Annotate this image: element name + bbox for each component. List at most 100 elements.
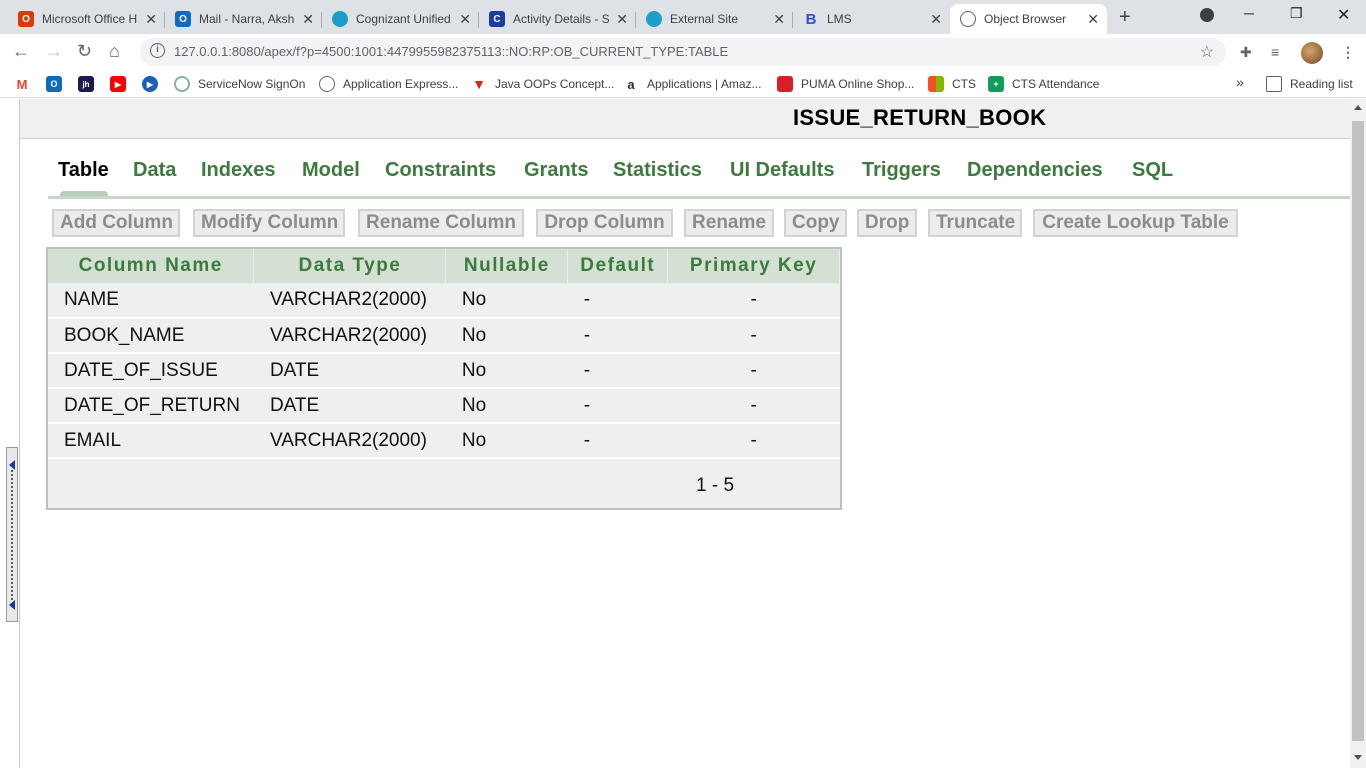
servicenow-icon	[174, 76, 190, 92]
tab-statistics[interactable]: Statistics	[613, 159, 702, 182]
tab-table[interactable]: Table	[58, 159, 109, 182]
tab-triggers[interactable]: Triggers	[862, 159, 941, 182]
truncate-button[interactable]: Truncate	[928, 209, 1022, 237]
browser-tab[interactable]: Cognizant Unified ✕	[322, 4, 479, 34]
browser-tab[interactable]: External Site ✕	[636, 4, 793, 34]
tab-title: LMS	[827, 12, 852, 26]
collapse-arrow-icon[interactable]	[9, 600, 15, 610]
close-icon[interactable]: ✕	[145, 11, 157, 28]
play-icon: ▶	[142, 76, 158, 92]
sheets-icon: +	[988, 76, 1004, 92]
close-icon[interactable]: ✕	[773, 11, 785, 28]
bookmark-gmail[interactable]: M	[14, 76, 30, 92]
reload-icon[interactable]: ↻	[77, 41, 92, 62]
bookmark-youtube[interactable]: ▶	[110, 76, 126, 92]
bookmark-cts[interactable]: CTS	[928, 76, 976, 92]
column-header[interactable]: Data Type	[253, 249, 447, 283]
tab-sql[interactable]: SQL	[1132, 159, 1173, 182]
back-icon[interactable]: ←	[12, 41, 30, 62]
tab-title: Microsoft Office H	[42, 12, 138, 26]
default-cell: -	[567, 353, 668, 389]
bookmark-outlook[interactable]: O	[46, 76, 62, 92]
window-close-icon[interactable]: ✕	[1337, 5, 1350, 25]
bookmark-jh[interactable]: jh	[78, 76, 94, 92]
globe-icon	[646, 11, 662, 27]
more-bookmarks-icon[interactable]: »	[1236, 74, 1244, 90]
copy-button[interactable]: Copy	[784, 209, 847, 237]
drop-button[interactable]: Drop	[857, 209, 917, 237]
tab-constraints[interactable]: Constraints	[385, 159, 496, 182]
modify-column-button[interactable]: Modify Column	[193, 209, 345, 237]
panel-splitter[interactable]	[6, 447, 18, 622]
reading-list[interactable]: Reading list	[1266, 76, 1353, 92]
browser-tab-active[interactable]: Object Browser ✕	[950, 4, 1107, 34]
data-type-cell: DATE	[253, 388, 446, 424]
data-type-cell: VARCHAR2(2000)	[253, 318, 446, 354]
tab-model[interactable]: Model	[302, 159, 360, 182]
column-name-cell: DATE_OF_ISSUE	[48, 353, 254, 389]
minimize-icon[interactable]: ─	[1244, 5, 1254, 21]
bookmark-label: Applications | Amaz...	[647, 77, 762, 91]
bookmark-puma[interactable]: PUMA Online Shop...	[777, 76, 914, 92]
jh-icon: jh	[78, 76, 94, 92]
browser-tab[interactable]: O Mail - Narra, Aksh ✕	[165, 4, 322, 34]
close-icon[interactable]: ✕	[1087, 11, 1099, 28]
extensions-icon[interactable]: ✚	[1240, 44, 1252, 61]
restore-icon[interactable]: ❐	[1290, 5, 1303, 22]
bookmark-amazon[interactable]: a Applications | Amaz...	[623, 76, 762, 92]
address-bar[interactable]: i 127.0.0.1:8080/apex/f?p=4500:1001:4479…	[140, 38, 1226, 66]
bookmark-play[interactable]: ▶	[142, 76, 158, 92]
pagination-text: 1 - 5	[696, 475, 735, 496]
menu-icon[interactable]: ⋮	[1341, 44, 1355, 61]
home-icon[interactable]: ⌂	[109, 41, 120, 62]
tab-ui-defaults[interactable]: UI Defaults	[730, 159, 834, 182]
bookmark-star-icon[interactable]: ☆	[1200, 42, 1214, 62]
avatar[interactable]	[1301, 42, 1323, 64]
scrollbar-thumb[interactable]	[1352, 121, 1364, 741]
site-info-icon[interactable]: i	[150, 43, 165, 58]
url-text[interactable]: 127.0.0.1:8080/apex/f?p=4500:1001:447995…	[174, 44, 728, 59]
column-header[interactable]: Nullable	[445, 249, 569, 283]
bookmark-apex[interactable]: Application Express...	[319, 76, 458, 92]
close-icon[interactable]: ✕	[930, 11, 942, 28]
drop-column-button[interactable]: Drop Column	[536, 209, 673, 237]
amazon-icon: a	[623, 76, 639, 92]
bookmark-label: Application Express...	[343, 77, 459, 91]
browser-tab[interactable]: O Microsoft Office H ✕	[8, 4, 165, 34]
table-row: DATE_OF_ISSUE DATE No - -	[48, 353, 840, 389]
tab-grants[interactable]: Grants	[524, 159, 588, 182]
column-header[interactable]: Default	[567, 249, 669, 283]
close-icon[interactable]: ✕	[302, 11, 314, 28]
close-icon[interactable]: ✕	[459, 11, 471, 28]
data-type-cell: VARCHAR2(2000)	[253, 283, 446, 319]
tab-search-icon[interactable]	[1200, 8, 1214, 22]
bookmark-servicenow[interactable]: ServiceNow SignOn	[174, 76, 305, 92]
media-control-icon[interactable]: ≡	[1271, 44, 1279, 60]
drag-handle-icon[interactable]	[11, 470, 13, 600]
add-column-button[interactable]: Add Column	[52, 209, 180, 237]
new-tab-icon[interactable]: +	[1119, 6, 1131, 29]
bookmark-java[interactable]: ▼ Java OOPs Concept...	[471, 76, 614, 92]
scroll-down-icon[interactable]	[1354, 755, 1362, 760]
column-header[interactable]: Primary Key	[667, 249, 840, 283]
collapse-arrow-icon[interactable]	[9, 460, 15, 470]
scroll-up-icon[interactable]	[1354, 105, 1362, 110]
ms-icon	[928, 76, 944, 92]
rename-column-button[interactable]: Rename Column	[358, 209, 524, 237]
primary-key-cell: -	[667, 318, 840, 354]
browser-tab[interactable]: C Activity Details - S ✕	[479, 4, 636, 34]
browser-tab[interactable]: B LMS ✕	[793, 4, 950, 34]
reading-list-label: Reading list	[1290, 77, 1353, 91]
close-icon[interactable]: ✕	[616, 11, 628, 28]
column-header[interactable]: Column Name	[48, 249, 255, 283]
create-lookup-table-button[interactable]: Create Lookup Table	[1033, 209, 1238, 237]
nullable-cell: No	[445, 353, 568, 389]
tab-data[interactable]: Data	[133, 159, 176, 182]
rename-button[interactable]: Rename	[684, 209, 774, 237]
bookmark-cts-attendance[interactable]: + CTS Attendance	[988, 76, 1099, 92]
vertical-scrollbar[interactable]	[1350, 99, 1366, 768]
tab-dependencies[interactable]: Dependencies	[967, 159, 1103, 182]
tab-indexes[interactable]: Indexes	[201, 159, 275, 182]
primary-key-cell: -	[667, 283, 840, 319]
forward-icon[interactable]: →	[45, 41, 63, 62]
